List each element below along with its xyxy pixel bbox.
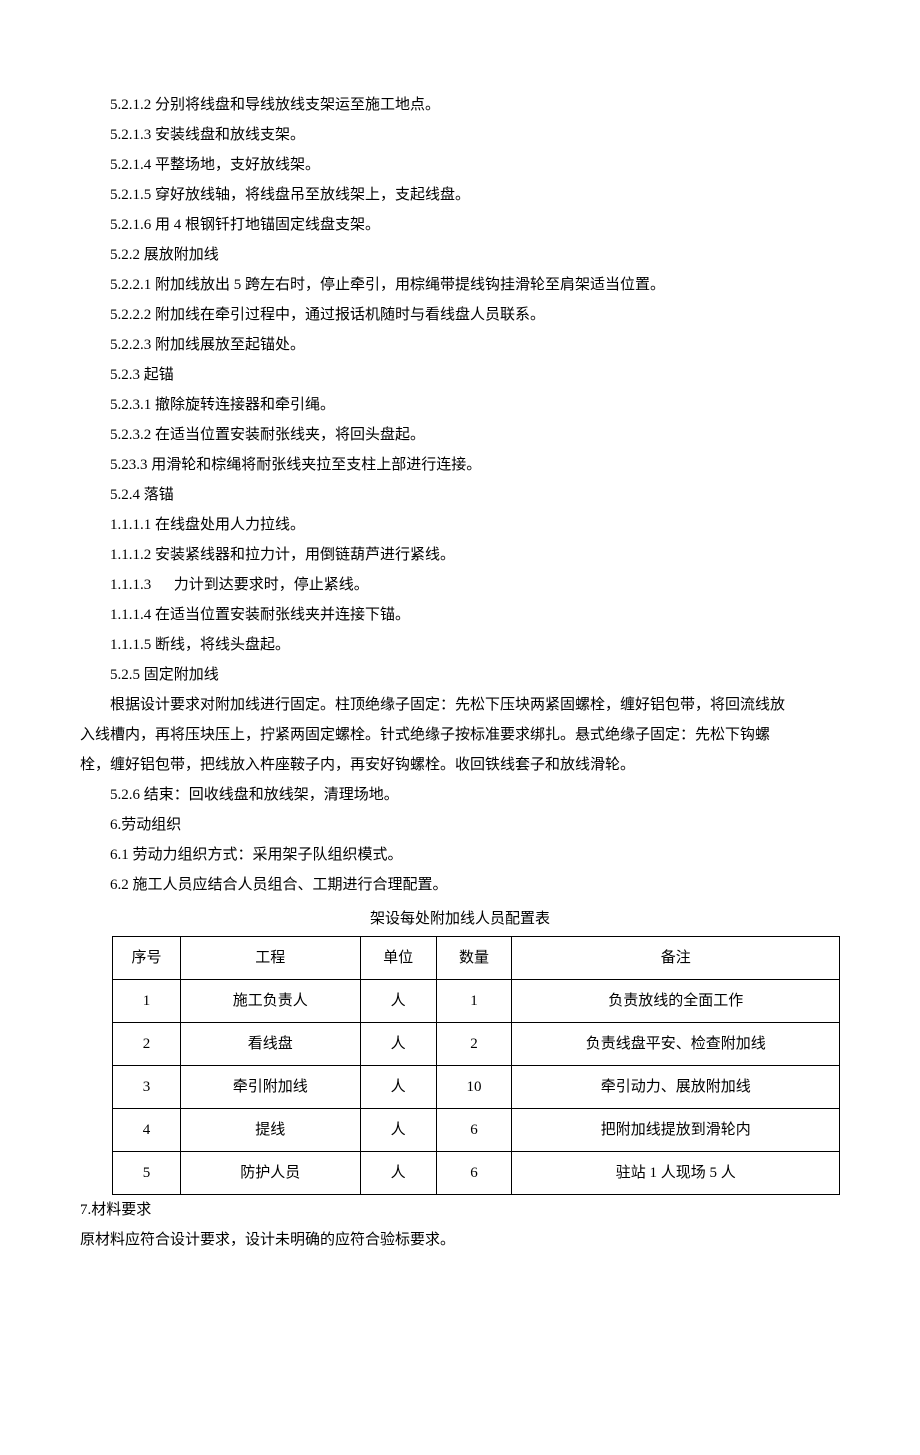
body-line: 6.2 施工人员应结合人员组合、工期进行合理配置。 <box>80 870 840 900</box>
after-line: 7.材料要求 <box>80 1195 840 1225</box>
table-cell: 施工负责人 <box>180 980 360 1023</box>
th-unit: 单位 <box>360 937 436 980</box>
table-row: 3牵引附加线人10牵引动力、展放附加线 <box>113 1066 840 1109</box>
after-line: 原材料应符合设计要求，设计未明确的应符合验标要求。 <box>80 1225 840 1255</box>
table-cell: 人 <box>360 1109 436 1152</box>
body-line: 5.2.2.1 附加线放出 5 跨左右时，停止牵引，用棕绳带提线钩挂滑轮至肩架适… <box>80 270 840 300</box>
table-cell: 1 <box>113 980 181 1023</box>
table-cell: 2 <box>436 1023 512 1066</box>
body-line: 5.2.3.2 在适当位置安装耐张线夹，将回头盘起。 <box>80 420 840 450</box>
table-cell: 牵引动力、展放附加线 <box>512 1066 840 1109</box>
table-caption: 架设每处附加线人员配置表 <box>80 904 840 934</box>
body-line: 5.2.1.6 用 4 根钢钎打地锚固定线盘支架。 <box>80 210 840 240</box>
table-body: 1施工负责人人1负责放线的全面工作2看线盘人2负责线盘平安、检查附加线3牵引附加… <box>113 980 840 1195</box>
table-cell: 负责线盘平安、检查附加线 <box>512 1023 840 1066</box>
table-header-row: 序号 工程 单位 数量 备注 <box>113 937 840 980</box>
body-line: 6.1 劳动力组织方式：采用架子队组织模式。 <box>80 840 840 870</box>
table-cell: 6 <box>436 1109 512 1152</box>
body-line: 5.2.2.2 附加线在牵引过程中，通过报话机随时与看线盘人员联系。 <box>80 300 840 330</box>
body-line: 入线槽内，再将压块压上，拧紧两固定螺栓。针式绝缘子按标准要求绑扎。悬式绝缘子固定… <box>80 720 840 750</box>
th-seq: 序号 <box>113 937 181 980</box>
table-row: 5防护人员人6驻站 1 人现场 5 人 <box>113 1152 840 1195</box>
body-line: 1.1.1.4 在适当位置安装耐张线夹并连接下锚。 <box>80 600 840 630</box>
table-cell: 3 <box>113 1066 181 1109</box>
th-qty: 数量 <box>436 937 512 980</box>
body-line: 5.2.5 固定附加线 <box>80 660 840 690</box>
table-cell: 人 <box>360 1066 436 1109</box>
table-cell: 负责放线的全面工作 <box>512 980 840 1023</box>
body-line: 1.1.1.1 在线盘处用人力拉线。 <box>80 510 840 540</box>
table-cell: 6 <box>436 1152 512 1195</box>
table-cell: 2 <box>113 1023 181 1066</box>
body-line: 1.1.1.5 断线，将线头盘起。 <box>80 630 840 660</box>
table-cell: 4 <box>113 1109 181 1152</box>
table-cell: 把附加线提放到滑轮内 <box>512 1109 840 1152</box>
th-remark: 备注 <box>512 937 840 980</box>
paragraph-lines: 5.2.1.2 分别将线盘和导线放线支架运至施工地点。5.2.1.3 安装线盘和… <box>80 90 840 900</box>
table-cell: 人 <box>360 1023 436 1066</box>
table-cell: 看线盘 <box>180 1023 360 1066</box>
table-cell: 1 <box>436 980 512 1023</box>
document-body: 5.2.1.2 分别将线盘和导线放线支架运至施工地点。5.2.1.3 安装线盘和… <box>80 90 840 1255</box>
after-paragraphs: 7.材料要求原材料应符合设计要求，设计未明确的应符合验标要求。 <box>80 1195 840 1255</box>
table-cell: 提线 <box>180 1109 360 1152</box>
table-cell: 防护人员 <box>180 1152 360 1195</box>
body-line: 栓，缠好铝包带，把线放入杵座鞍子内，再安好钩螺栓。收回铁线套子和放线滑轮。 <box>80 750 840 780</box>
body-line: 5.2.1.2 分别将线盘和导线放线支架运至施工地点。 <box>80 90 840 120</box>
body-line: 5.2.2.3 附加线展放至起锚处。 <box>80 330 840 360</box>
body-line: 5.2.3.1 撤除旋转连接器和牵引绳。 <box>80 390 840 420</box>
table-cell: 驻站 1 人现场 5 人 <box>512 1152 840 1195</box>
body-line: 5.2.4 落锚 <box>80 480 840 510</box>
table-cell: 人 <box>360 1152 436 1195</box>
body-line: 1.1.1.2 安装紧线器和拉力计，用倒链葫芦进行紧线。 <box>80 540 840 570</box>
body-line: 5.2.3 起锚 <box>80 360 840 390</box>
table-row: 4提线人6把附加线提放到滑轮内 <box>113 1109 840 1152</box>
body-line: 5.2.1.3 安装线盘和放线支架。 <box>80 120 840 150</box>
body-line: 5.2.1.5 穿好放线轴，将线盘吊至放线架上，支起线盘。 <box>80 180 840 210</box>
body-line: 根据设计要求对附加线进行固定。柱顶绝缘子固定：先松下压块两紧固螺栓，缠好铝包带，… <box>80 690 840 720</box>
table-cell: 10 <box>436 1066 512 1109</box>
body-line: 5.23.3 用滑轮和棕绳将耐张线夹拉至支柱上部进行连接。 <box>80 450 840 480</box>
staffing-table: 序号 工程 单位 数量 备注 1施工负责人人1负责放线的全面工作2看线盘人2负责… <box>112 936 840 1195</box>
body-line: 5.2.2 展放附加线 <box>80 240 840 270</box>
th-project: 工程 <box>180 937 360 980</box>
table-row: 1施工负责人人1负责放线的全面工作 <box>113 980 840 1023</box>
table-cell: 人 <box>360 980 436 1023</box>
table-row: 2看线盘人2负责线盘平安、检查附加线 <box>113 1023 840 1066</box>
body-line: 5.2.1.4 平整场地，支好放线架。 <box>80 150 840 180</box>
body-line: 1.1.1.3 力计到达要求时，停止紧线。 <box>80 570 840 600</box>
table-cell: 牵引附加线 <box>180 1066 360 1109</box>
body-line: 6.劳动组织 <box>80 810 840 840</box>
table-cell: 5 <box>113 1152 181 1195</box>
body-line: 5.2.6 结束：回收线盘和放线架，清理场地。 <box>80 780 840 810</box>
